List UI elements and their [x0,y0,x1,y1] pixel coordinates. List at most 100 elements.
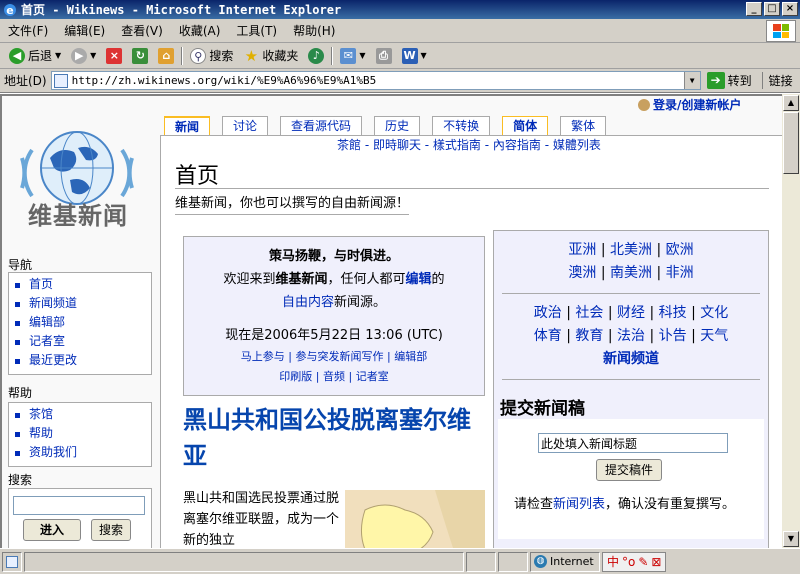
sidebar-item-teahouse[interactable]: 茶馆 [9,405,151,424]
participation-links[interactable]: 马上参与 | 参与突发新闻写作 | 编辑部 [184,347,484,367]
tab-no-convert[interactable]: 不转换 [432,116,491,136]
tab-simplified[interactable]: 简体 [502,116,549,136]
topic-law[interactable]: 法治 [617,328,645,344]
sidebar-item-help[interactable]: 帮助 [9,424,151,443]
search-portlet: 进入 搜索 [8,488,152,548]
scroll-down-icon[interactable]: ▼ [783,531,799,547]
status-bar: ◍ Internet 中 °o ✎ ⊠ [0,548,800,574]
home-button[interactable]: ⌂ [153,45,179,67]
word-icon: W [401,47,418,64]
sidebar-item-reporters[interactable]: 记者室 [9,332,151,351]
sidebar-item-channels[interactable]: 新闻频道 [9,294,151,313]
refresh-button[interactable]: ↻ [127,45,153,67]
region-oceania[interactable]: 澳洲 [568,265,596,281]
sidebar-item-newsroom[interactable]: 编辑部 [9,313,151,332]
region-south-america[interactable]: 南美洲 [610,265,652,281]
favorites-label: 收藏夹 [262,49,299,63]
chevron-down-icon: ▼ [55,51,62,60]
news-title-input[interactable]: 此处填入新闻标题 [538,433,728,453]
news-list-link[interactable]: 新闻列表 [553,497,605,512]
address-input[interactable]: http://zh.wikinews.org/wiki/%E9%A6%96%E9… [50,71,701,90]
back-button[interactable]: ◀ 后退 ▼ [4,45,66,67]
menu-file[interactable]: 文件(F) [0,22,56,39]
menu-tools[interactable]: 工具(T) [228,22,285,39]
topic-obituary[interactable]: 讣告 [659,328,687,344]
topic-politics[interactable]: 政治 [534,305,562,321]
region-europe[interactable]: 欧洲 [666,242,694,258]
scroll-thumb[interactable] [783,112,799,174]
help-portlet: 茶馆 帮助 资助我们 [8,402,152,467]
stop-button[interactable]: × [101,45,127,67]
news-channel-link[interactable]: 新闻频道 [494,348,768,371]
links-button[interactable]: 链接 [761,72,793,89]
sidebar-item-home[interactable]: 首页 [9,275,151,294]
headline-link[interactable]: 黑山共和国公投脱离塞尔维亚 [183,402,489,474]
topic-sports[interactable]: 体育 [534,328,562,344]
free-content-link[interactable]: 自由内容 [282,295,334,310]
print-audio-links[interactable]: 印刷版 | 音频 | 记者室 [184,367,484,387]
tab-history[interactable]: 历史 [374,116,421,136]
map-image [345,490,485,548]
region-africa[interactable]: 非洲 [666,265,694,281]
back-arrow-icon: ◀ [9,47,25,64]
chevron-down-icon[interactable]: ▼ [683,72,700,89]
address-url: http://zh.wikinews.org/wiki/%E9%A6%96%E9… [71,74,377,87]
stop-icon: × [106,47,123,64]
sidebar-item-donate[interactable]: 资助我们 [9,443,151,462]
region-asia[interactable]: 亚洲 [568,242,596,258]
svg-text:e: e [6,4,13,17]
mail-button[interactable]: ✉ ▼ [335,45,370,67]
vertical-scrollbar[interactable]: ▲ ▼ [782,94,800,548]
status-cell [498,551,528,572]
region-north-america[interactable]: 北美洲 [610,242,652,258]
login-link[interactable]: 登录/创建新帐户 [638,96,741,113]
favorites-button[interactable]: ★ 收藏夹 [238,45,303,67]
search-button[interactable]: ⚲ 搜索 [185,45,238,67]
tab-news[interactable]: 新闻 [164,116,211,136]
submit-form: 此处填入新闻标题 提交稿件 请检查新闻列表，确认没有重复撰写。 [498,419,764,539]
fulltext-search-button[interactable]: 搜索 [91,519,131,541]
print-button[interactable]: ⎙ [371,45,397,67]
divider: | [561,328,576,344]
topic-finance[interactable]: 财经 [617,305,645,321]
edit-link[interactable]: 编辑 [406,272,432,287]
topic-society[interactable]: 社会 [575,305,603,321]
tab-discussion[interactable]: 讨论 [222,116,269,136]
topic-education[interactable]: 教育 [575,328,603,344]
go-button[interactable]: ➔ 转到 [706,72,752,89]
topic-weather[interactable]: 天气 [700,328,728,344]
submit-article-button[interactable]: 提交稿件 [596,459,663,481]
menu-view[interactable]: 查看(V) [113,22,171,39]
windows-logo-icon [766,20,796,42]
search-heading: 搜索 [8,473,33,487]
minimize-button[interactable]: _ [746,2,762,16]
logo-text: 维基新闻 [28,202,128,230]
page-tagline: 维基新闻，你也可以撰写的自由新闻源！ [175,192,410,215]
nav-heading: 导航 [8,258,33,272]
tab-view-source[interactable]: 查看源代码 [280,116,363,136]
forward-arrow-icon: ▶ [71,47,88,64]
sidebar-item-recent-changes[interactable]: 最近更改 [9,351,151,370]
ime-bar[interactable]: 中 °o ✎ ⊠ [602,551,667,572]
tab-traditional[interactable]: 繁体 [560,116,607,136]
search-input[interactable] [13,496,145,515]
maximize-button[interactable]: □ [764,2,780,16]
menu-help[interactable]: 帮助(H) [285,22,343,39]
close-button[interactable]: × [782,2,798,16]
topic-culture[interactable]: 文化 [700,305,728,321]
window-title: 首页 - Wikinews - Microsoft Internet Explo… [21,3,342,17]
go-search-button[interactable]: 进入 [23,519,81,541]
zone-label: Internet [550,555,594,568]
media-button[interactable]: ♪ [303,45,329,67]
note-text: ，确认没有重复撰写。 [605,497,736,512]
menu-edit[interactable]: 编辑(E) [56,22,113,39]
divider: | [686,328,701,344]
menu-favorites[interactable]: 收藏(A) [171,22,229,39]
topic-tech[interactable]: 科技 [659,305,687,321]
forward-button[interactable]: ▶ ▼ [66,45,101,67]
toolbar-separator [331,46,334,65]
sublinks[interactable]: 茶館 - 即時聊天 - 樣式指南 - 內容指南 - 媒體列表 [337,136,601,153]
scroll-up-icon[interactable]: ▲ [783,95,799,111]
edit-word-button[interactable]: W ▼ [397,45,432,67]
submit-note: 请检查新闻列表，确认没有重复撰写。 [514,493,735,512]
